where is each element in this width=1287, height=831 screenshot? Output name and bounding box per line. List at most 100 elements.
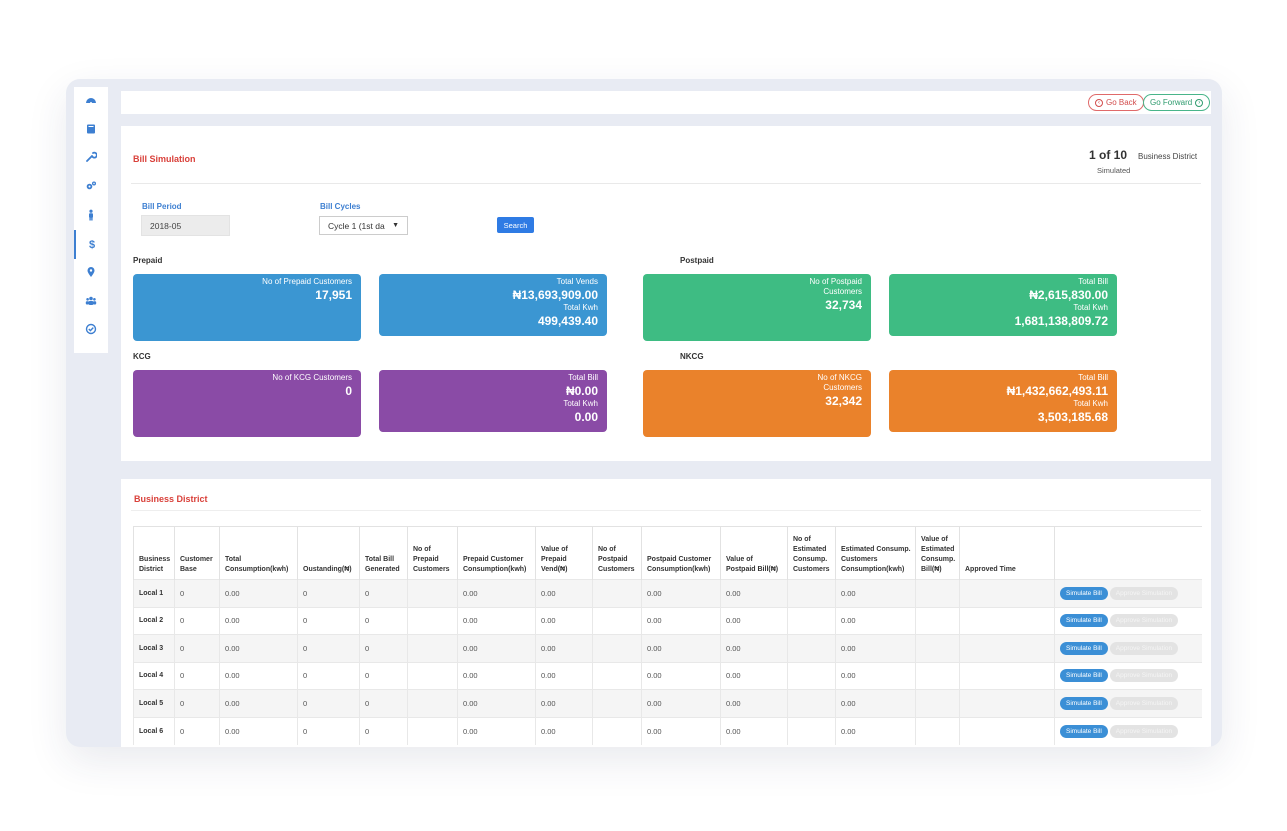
go-forward-label: Go Forward xyxy=(1150,98,1193,107)
total-bill: 0 xyxy=(359,634,408,662)
arrow-right-icon: › xyxy=(1195,98,1204,107)
counter-sublabel: Simulated xyxy=(1097,166,1131,175)
district-name: Local 1 xyxy=(133,579,175,607)
approve-simulation-button[interactable]: Approve Simulation xyxy=(1109,614,1179,628)
postpaid-bill: 0.00 xyxy=(720,689,788,717)
sidebar-item-billing[interactable]: $ xyxy=(74,230,108,260)
approve-simulation-button[interactable]: Approve Simulation xyxy=(1109,724,1179,738)
sidebar-item-users[interactable] xyxy=(74,288,108,317)
card-value: 3,503,185.68 xyxy=(1037,410,1108,424)
row-actions: Simulate Bill Approve Simulation xyxy=(1054,716,1202,745)
approved-time xyxy=(959,716,1055,745)
row-actions: Simulate Bill Approve Simulation xyxy=(1054,606,1202,635)
approve-simulation-button[interactable]: Approve Simulation xyxy=(1109,586,1179,600)
prepaid-customers xyxy=(407,579,458,607)
postpaid-consumption: 0.00 xyxy=(641,606,721,635)
dollar-icon: $ xyxy=(88,238,96,251)
sidebar-item-settings[interactable] xyxy=(74,173,108,202)
counter-unit: Business District xyxy=(1138,152,1198,161)
card-value: ₦13,693,909.00 xyxy=(512,288,598,302)
users-icon xyxy=(85,295,97,310)
estimated-customers xyxy=(787,661,836,690)
table-row: Local 3 0 0.00 0 0 0.00 0.00 0.00 0.00 0… xyxy=(133,634,1202,662)
estimated-bill xyxy=(915,661,960,690)
card-label: Total Kwh xyxy=(563,303,598,312)
simulate-bill-button[interactable]: Simulate Bill xyxy=(1060,641,1108,655)
approve-simulation-button[interactable]: Approve Simulation xyxy=(1109,641,1179,655)
sidebar-item-location[interactable] xyxy=(74,259,108,288)
search-button[interactable]: Search xyxy=(497,217,534,233)
book-icon xyxy=(85,123,97,138)
postpaid-consumption: 0.00 xyxy=(641,579,721,607)
sidebar-item-customer[interactable] xyxy=(74,202,108,231)
card-value: 0.00 xyxy=(574,410,598,424)
outstanding: 0 xyxy=(297,716,360,745)
card-label: Total Kwh xyxy=(1073,399,1108,408)
row-actions: Simulate Bill Approve Simulation xyxy=(1054,661,1202,690)
estimated-bill xyxy=(915,716,960,745)
go-forward-button[interactable]: Go Forward › xyxy=(1143,94,1211,111)
column-header: Customer Base xyxy=(174,526,220,580)
sidebar-item-tools[interactable] xyxy=(74,144,108,173)
total-bill: 0 xyxy=(359,579,408,607)
prepaid-customers xyxy=(407,716,458,745)
map-marker-icon xyxy=(85,266,97,281)
sidebar: $ xyxy=(74,87,108,353)
postpaid-consumption: 0.00 xyxy=(641,716,721,745)
sidebar-item-dashboard[interactable] xyxy=(74,87,108,116)
customer-base: 0 xyxy=(174,661,220,690)
estimated-bill xyxy=(915,634,960,662)
business-district-panel: Business District Business District Cust… xyxy=(121,479,1211,747)
simulate-bill-button[interactable]: Simulate Bill xyxy=(1060,696,1108,710)
postpaid-customers xyxy=(592,689,642,717)
district-name: Local 4 xyxy=(133,661,175,690)
estimated-bill xyxy=(915,689,960,717)
prepaid-customers xyxy=(407,606,458,635)
postpaid-customers-card: No of Postpaid Customers 32,734 xyxy=(643,274,871,341)
prepaid-customers xyxy=(407,661,458,690)
top-bar: ‹ Go Back Go Forward › xyxy=(121,91,1211,114)
postpaid-customers xyxy=(592,716,642,745)
nkcg-section-label: NKCG xyxy=(680,352,704,361)
column-header: Oustanding(₦) xyxy=(297,526,360,580)
approve-simulation-button[interactable]: Approve Simulation xyxy=(1109,696,1179,710)
card-value: 17,951 xyxy=(315,288,352,302)
caret-down-icon: ▼ xyxy=(392,222,399,229)
simulate-bill-button[interactable]: Simulate Bill xyxy=(1060,586,1108,600)
postpaid-consumption: 0.00 xyxy=(641,689,721,717)
column-header: Value of Prepaid Vend(₦) xyxy=(535,526,593,580)
cogs-icon xyxy=(85,180,97,195)
sidebar-item-book[interactable] xyxy=(74,116,108,145)
business-district-table: Business District Customer Base Total Co… xyxy=(133,526,1202,745)
bill-simulation-panel: Bill Simulation 1 of 10 Business Distric… xyxy=(121,126,1211,461)
postpaid-consumption: 0.00 xyxy=(641,634,721,662)
column-header: Business District xyxy=(133,526,175,580)
arrow-left-icon: ‹ xyxy=(1095,98,1103,107)
total-consumption: 0.00 xyxy=(219,606,298,635)
sidebar-item-approvals[interactable] xyxy=(74,317,108,346)
district-name: Local 6 xyxy=(133,716,175,745)
table-row: Local 2 0 0.00 0 0 0.00 0.00 0.00 0.00 0… xyxy=(133,606,1202,635)
total-consumption: 0.00 xyxy=(219,689,298,717)
go-back-button[interactable]: ‹ Go Back xyxy=(1088,94,1144,111)
estimated-customers xyxy=(787,606,836,635)
bill-cycles-select[interactable]: Cycle 1 (1st da ▼ xyxy=(319,216,408,235)
postpaid-totals-card: Total Bill ₦2,615,830.00 Total Kwh 1,681… xyxy=(889,274,1117,336)
estimated-customers xyxy=(787,689,836,717)
simulate-bill-button[interactable]: Simulate Bill xyxy=(1060,614,1108,628)
customer-base: 0 xyxy=(174,606,220,635)
prepaid-vend: 0.00 xyxy=(535,606,593,635)
card-value: 32,734 xyxy=(825,298,862,312)
go-back-label: Go Back xyxy=(1106,98,1137,107)
prepaid-consumption: 0.00 xyxy=(457,716,536,745)
card-value: 499,439.40 xyxy=(537,314,598,328)
card-value: 0 xyxy=(345,384,352,398)
estimated-consumption: 0.00 xyxy=(835,634,916,662)
simulate-bill-button[interactable]: Simulate Bill xyxy=(1060,669,1108,683)
estimated-consumption: 0.00 xyxy=(835,579,916,607)
postpaid-customers xyxy=(592,661,642,690)
card-label: Total Bill xyxy=(1078,277,1108,286)
district-name: Local 2 xyxy=(133,606,175,635)
approve-simulation-button[interactable]: Approve Simulation xyxy=(1109,669,1179,683)
simulate-bill-button[interactable]: Simulate Bill xyxy=(1060,724,1108,738)
